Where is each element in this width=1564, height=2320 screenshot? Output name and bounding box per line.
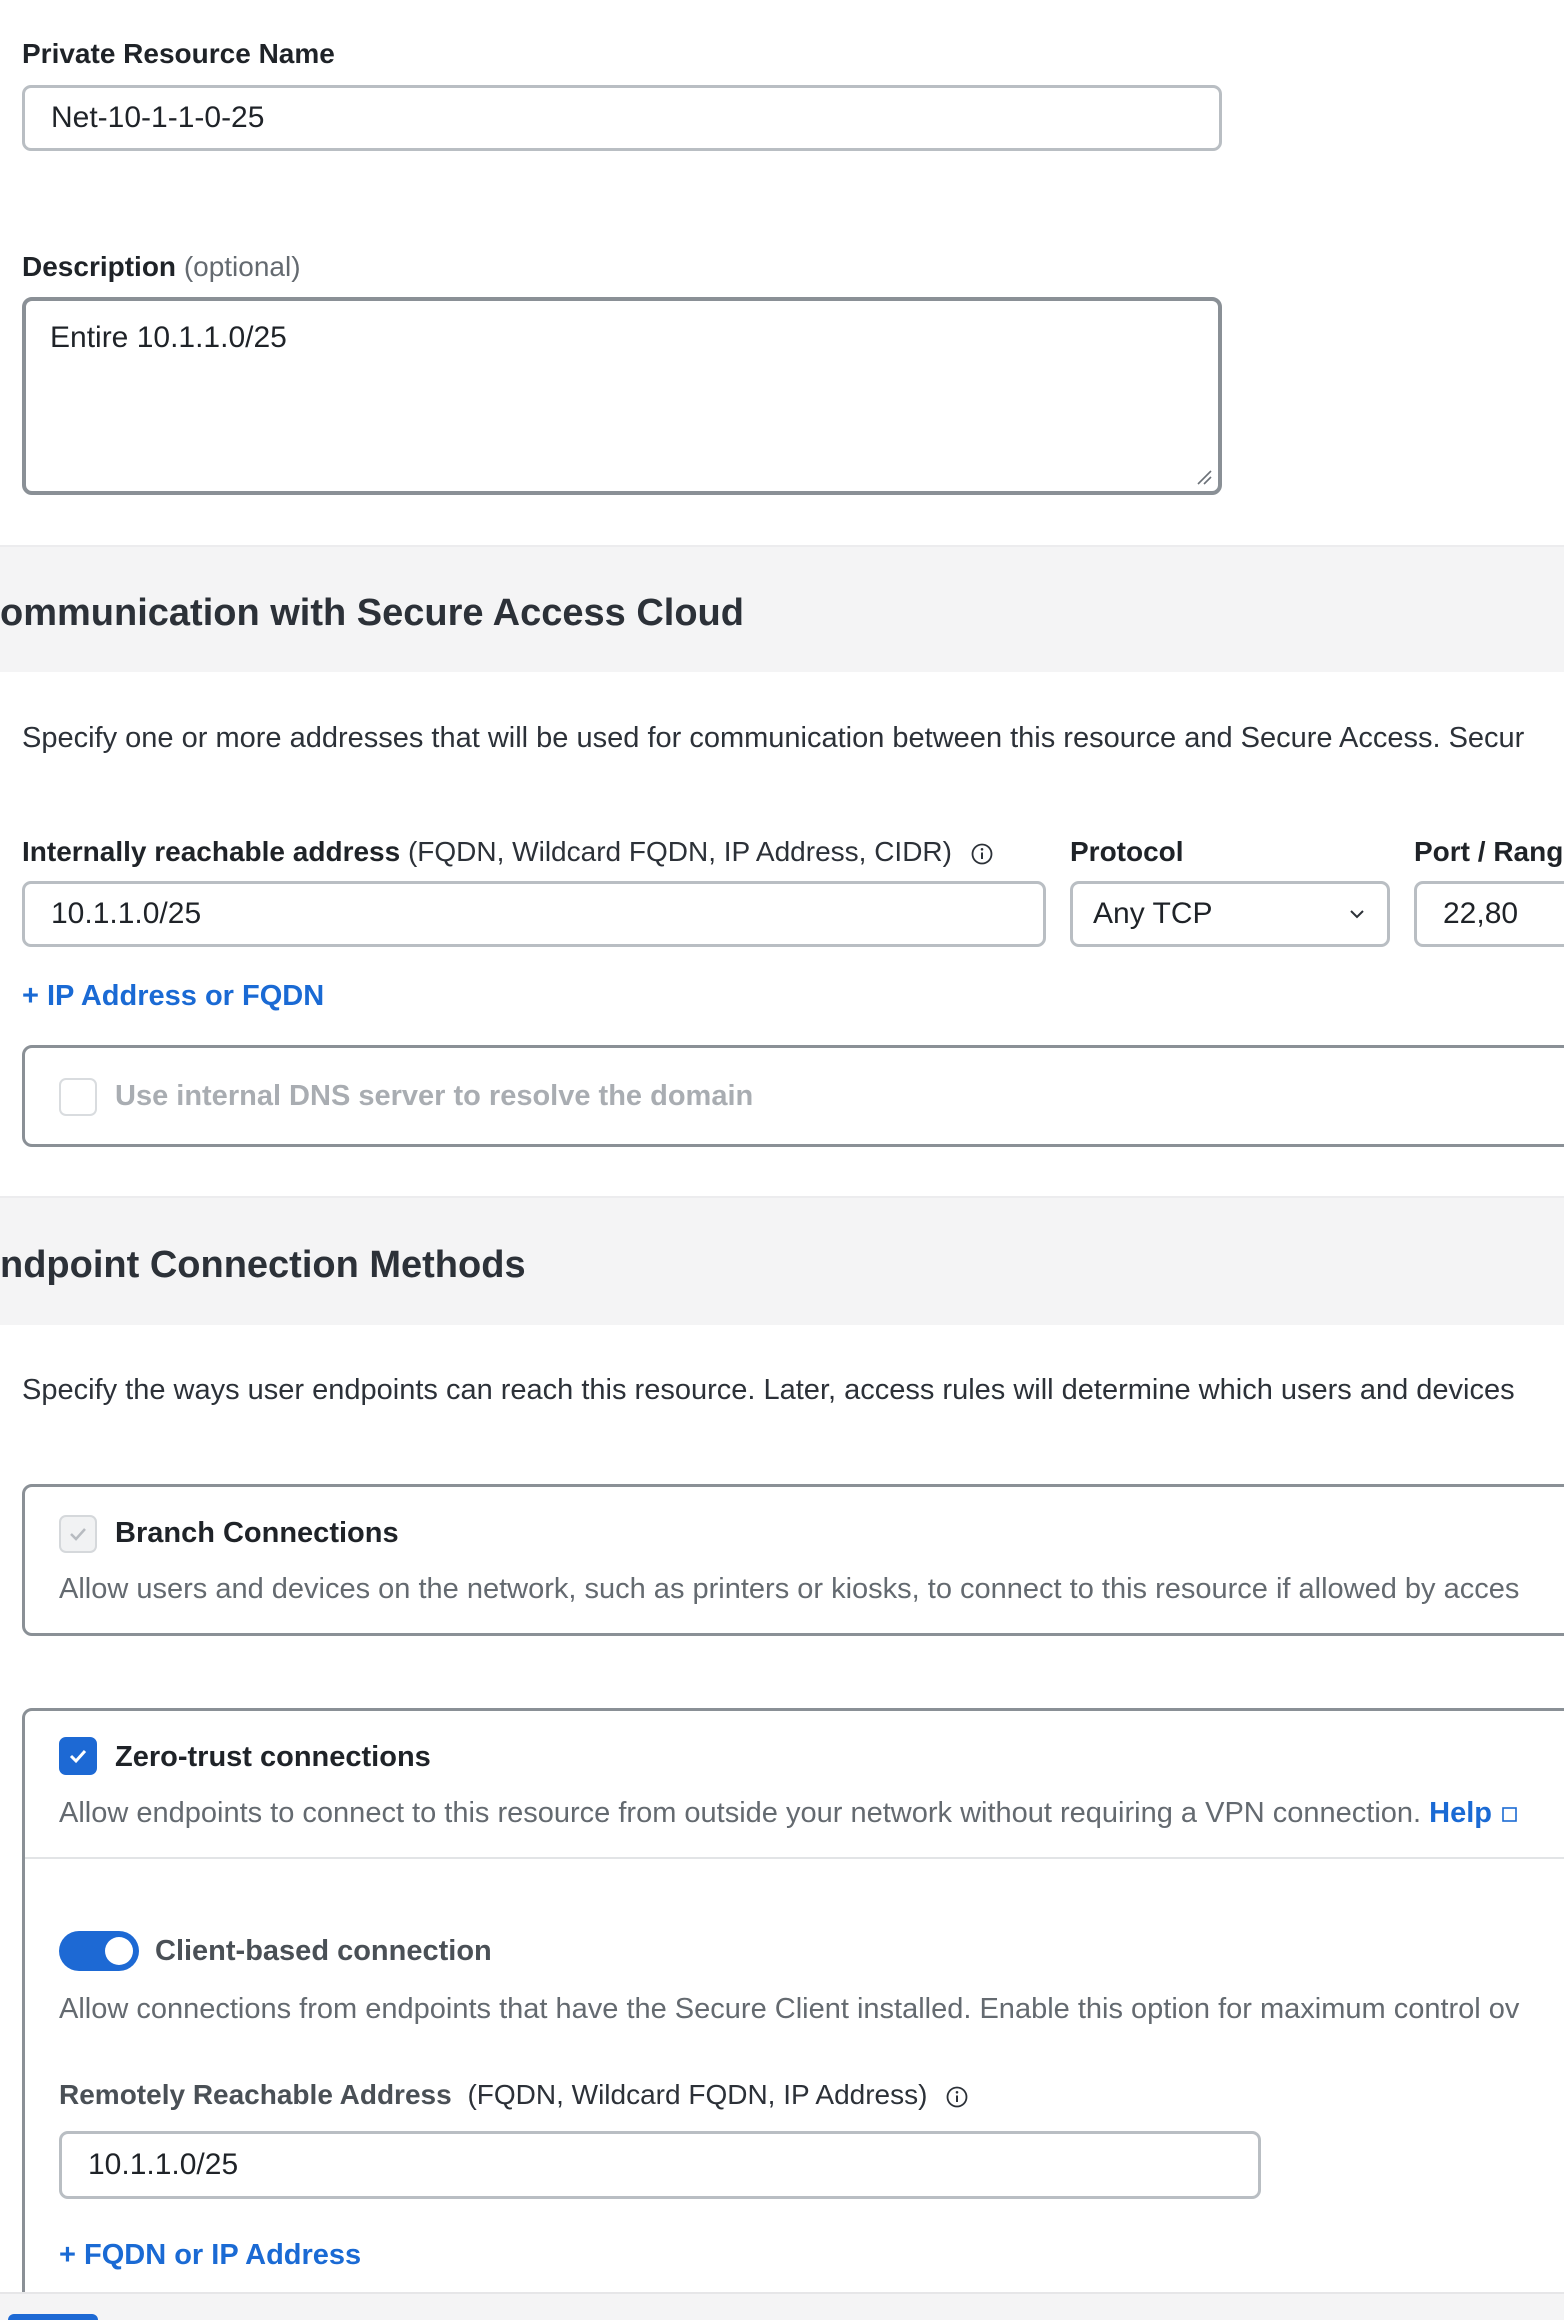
info-icon[interactable] [970, 842, 994, 866]
resize-grip-icon[interactable] [1196, 469, 1212, 485]
internal-address-value: 10.1.1.0/25 [51, 897, 202, 930]
checkmark-icon [69, 1749, 87, 1764]
dns-checkbox[interactable] [59, 1078, 97, 1116]
communication-description: Specify one or more addresses that will … [22, 722, 1525, 754]
internal-address-label-text: Internally reachable address [22, 836, 401, 867]
dns-panel: Use internal DNS server to resolve the d… [22, 1045, 1564, 1147]
zero-trust-help-link[interactable]: Help [1429, 1797, 1492, 1829]
resource-name-label-text: Private Resource Name [22, 38, 335, 69]
resource-name-input[interactable]: Net-10-1-1-0-25 [22, 85, 1222, 151]
client-based-label: Client-based connection [155, 1935, 492, 1967]
resource-name-value: Net-10-1-1-0-25 [51, 101, 265, 134]
zero-trust-desc-text: Allow endpoints to connect to this resou… [59, 1797, 1422, 1829]
branch-connections-panel: Branch Connections Allow users and devic… [22, 1484, 1564, 1636]
checkmark-icon [70, 1528, 86, 1541]
remote-address-input[interactable]: 10.1.1.0/25 [59, 2131, 1261, 2199]
chevron-down-icon [1350, 910, 1364, 919]
resource-name-label: Private Resource Name [22, 38, 335, 70]
description-textarea[interactable]: Entire 10.1.1.0/25 [22, 297, 1222, 495]
bottom-action-bar [0, 2292, 1564, 2320]
remote-address-label: Remotely Reachable Address (FQDN, Wildca… [59, 2079, 969, 2111]
external-link-icon[interactable] [1500, 1804, 1520, 1824]
description-optional-hint: (optional) [183, 251, 301, 282]
primary-action-button[interactable] [8, 2314, 98, 2320]
zero-trust-label: Zero-trust connections [115, 1741, 431, 1773]
endpoint-description: Specify the ways user endpoints can reac… [22, 1374, 1515, 1406]
branch-connections-label: Branch Connections [115, 1517, 399, 1549]
description-label-text: Description [22, 251, 177, 282]
dns-checkbox-label: Use internal DNS server to resolve the d… [115, 1080, 754, 1112]
client-based-desc: Allow connections from endpoints that ha… [59, 1993, 1520, 2025]
remote-address-label-text: Remotely Reachable Address [59, 2079, 452, 2110]
protocol-label: Protocol [1070, 836, 1184, 867]
remote-address-hint: (FQDN, Wildcard FQDN, IP Address) [467, 2079, 928, 2110]
zero-trust-desc: Allow endpoints to connect to this resou… [59, 1797, 1520, 1830]
toggle-knob [105, 1937, 133, 1965]
endpoint-section-title: ndpoint Connection Methods [0, 1244, 526, 1286]
internal-address-hint: (FQDN, Wildcard FQDN, IP Address, CIDR) [407, 836, 952, 867]
port-input[interactable]: 22,80 [1414, 881, 1564, 947]
branch-connections-checkbox[interactable] [59, 1515, 97, 1553]
description-value: Entire 10.1.1.0/25 [50, 321, 287, 354]
port-label: Port / Rang [1414, 836, 1564, 867]
protocol-select[interactable]: Any TCP [1070, 881, 1390, 947]
info-icon[interactable] [945, 2085, 969, 2109]
description-label: Description (optional) [22, 251, 301, 283]
page: Private Resource Name Net-10-1-1-0-25 De… [0, 0, 1564, 2320]
add-ip-address-link[interactable]: + IP Address or FQDN [22, 980, 324, 1013]
internal-address-label: Internally reachable address (FQDN, Wild… [22, 836, 994, 868]
client-based-toggle[interactable] [59, 1931, 139, 1971]
zero-trust-divider [25, 1857, 1564, 1859]
add-fqdn-link[interactable]: + FQDN or IP Address [59, 2239, 361, 2272]
branch-connections-desc: Allow users and devices on the network, … [59, 1573, 1520, 1605]
internal-address-input[interactable]: 10.1.1.0/25 [22, 881, 1046, 947]
port-value: 22,80 [1443, 897, 1519, 930]
zero-trust-panel: Zero-trust connections Allow endpoints t… [22, 1708, 1564, 2320]
zero-trust-checkbox[interactable] [59, 1737, 97, 1775]
communication-section-title: ommunication with Secure Access Cloud [0, 592, 744, 634]
remote-address-value: 10.1.1.0/25 [88, 2148, 239, 2181]
protocol-value: Any TCP [1093, 897, 1213, 930]
